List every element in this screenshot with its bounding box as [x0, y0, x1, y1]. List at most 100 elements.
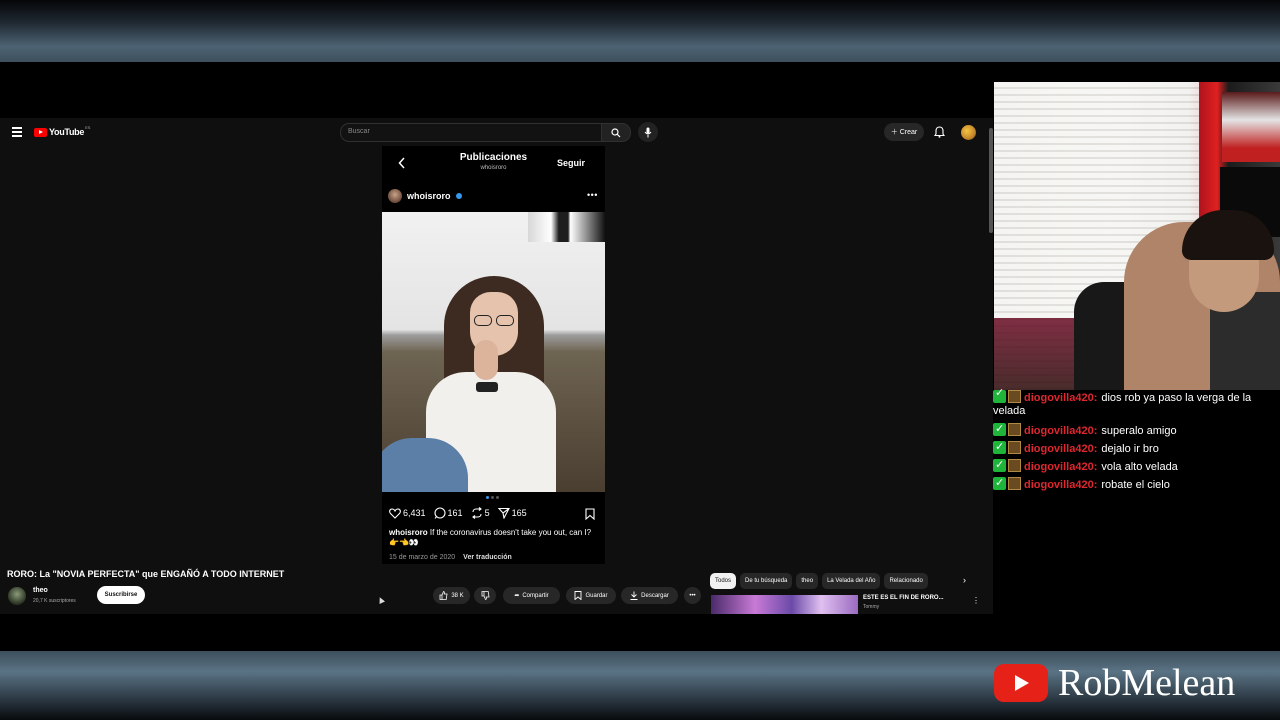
- repost-icon: [471, 507, 482, 519]
- download-button[interactable]: Descargar: [621, 587, 678, 604]
- post-actions: 6,431 161 5 165: [389, 506, 599, 520]
- plus-icon: ＋: [890, 129, 898, 136]
- chat-text: robate el cielo: [1101, 479, 1170, 491]
- comments-count: 161: [447, 508, 463, 518]
- create-label: Crear: [899, 128, 918, 136]
- instagram-header: Publicaciones whoisroro Seguir: [382, 146, 605, 186]
- thumbs-down-icon: [481, 591, 489, 600]
- dislike-button[interactable]: [474, 587, 496, 604]
- voice-search-button[interactable]: [638, 122, 658, 142]
- verified-badge-icon: [993, 387, 1006, 403]
- chat-username: diogovilla420:: [1024, 479, 1098, 491]
- account-avatar[interactable]: [961, 125, 976, 140]
- more-options-icon: •••: [587, 190, 598, 200]
- save-button[interactable]: Guardar: [566, 587, 616, 604]
- post-author: whoisroro: [388, 188, 462, 204]
- subscriber-badge-icon: [1008, 441, 1021, 454]
- chip-velada[interactable]: La Velada del Año: [822, 573, 881, 589]
- microphone-icon: [644, 127, 652, 137]
- channel-avatar[interactable]: [8, 587, 26, 605]
- recommended-video-channel[interactable]: Tommy: [863, 604, 879, 610]
- youtube-header: YouTube ES Buscar ＋ Crear: [0, 118, 993, 146]
- verified-badge-icon: [993, 474, 1006, 492]
- verified-badge-icon: [993, 438, 1006, 456]
- channel-subscribers: 20,7 K suscriptores: [33, 598, 76, 604]
- video-player[interactable]: Publicaciones whoisroro Seguir whoisroro…: [382, 146, 605, 564]
- more-actions-button[interactable]: •••: [684, 587, 701, 604]
- chat-username: diogovilla420:: [1024, 443, 1098, 455]
- like-count: 38 K: [451, 592, 464, 599]
- chat-message: diogovilla420:dios rob ya paso la verga …: [992, 387, 1278, 418]
- youtube-brand-icon: [994, 664, 1048, 702]
- share-button[interactable]: ➦ Compartir: [503, 587, 560, 604]
- youtube-window: YouTube ES Buscar ＋ Crear Publicaciones …: [0, 118, 993, 614]
- comment-icon: [433, 507, 446, 519]
- chat-username: diogovilla420:: [1024, 392, 1098, 404]
- translate-label: Ver traducción: [463, 554, 512, 561]
- subscriber-badge-icon: [1008, 459, 1021, 472]
- post-caption: whoisroro If the coronavirus doesn't tak…: [389, 528, 601, 548]
- chat-message: diogovilla420:vola alto velada: [992, 456, 1278, 476]
- webcam-feed: [994, 82, 1280, 390]
- country-code: ES: [85, 124, 91, 130]
- likes-count: 6,431: [403, 508, 426, 518]
- notifications-bell-icon[interactable]: [933, 125, 946, 143]
- verified-badge-icon: [993, 420, 1006, 438]
- youtube-play-icon: [34, 127, 47, 137]
- page-scrollbar[interactable]: [989, 128, 993, 233]
- chip-all[interactable]: Todos: [710, 573, 737, 589]
- follow-label: Seguir: [557, 158, 586, 168]
- subscribe-button[interactable]: Suscribirse: [97, 586, 145, 604]
- subscriber-badge-icon: [1008, 477, 1021, 490]
- post-author-avatar: [388, 189, 402, 203]
- post-author-name: whoisroro: [407, 191, 451, 201]
- top-background-band: [0, 0, 1280, 62]
- chips-next-icon[interactable]: ›: [963, 575, 966, 585]
- chat-username: diogovilla420:: [1024, 425, 1098, 437]
- verified-badge-icon: [993, 456, 1006, 474]
- search-button[interactable]: [601, 123, 631, 142]
- chat-text: superalo amigo: [1101, 425, 1177, 437]
- youtube-logo-text: YouTube: [49, 127, 85, 137]
- chat-message: diogovilla420:dejalo ir bro: [992, 438, 1278, 458]
- chip-from-search[interactable]: De tu búsqueda: [740, 573, 793, 589]
- search-input[interactable]: Buscar: [340, 123, 603, 142]
- chat-username: diogovilla420:: [1024, 461, 1098, 473]
- verified-badge-icon: [455, 193, 462, 199]
- more-horizontal-icon: •••: [689, 592, 696, 599]
- streamer-brand: RobMelean: [994, 661, 1235, 705]
- hamburger-menu-icon[interactable]: [12, 127, 22, 139]
- share-arrow-icon: ➦: [514, 593, 520, 599]
- recommended-video-thumbnail[interactable]: [711, 595, 858, 614]
- carousel-dots: [486, 496, 499, 499]
- youtube-logo[interactable]: YouTube ES: [34, 124, 91, 137]
- save-label: Guardar: [585, 592, 608, 599]
- stream-chat: diogovilla420:dios rob ya paso la verga …: [992, 387, 1278, 494]
- caption-username: whoisroro: [389, 528, 428, 537]
- recommended-video-title[interactable]: ESTE ES EL FIN DE RORO...: [863, 595, 944, 601]
- recommended-more-icon[interactable]: ⋮: [972, 596, 980, 605]
- recommendation-chips: Todos De tu búsqueda theo La Velada del …: [710, 573, 928, 589]
- chip-theo[interactable]: theo: [796, 573, 819, 589]
- share-icon: [497, 507, 510, 519]
- chat-text: dejalo ir bro: [1101, 443, 1159, 455]
- like-button[interactable]: 38 K: [433, 587, 470, 604]
- mouse-cursor: [377, 596, 385, 604]
- chip-related[interactable]: Relacionado: [884, 573, 928, 589]
- video-title: RORO: La "NOVIA PERFECTA" que ENGAÑÓ A T…: [7, 569, 285, 579]
- download-icon: [630, 591, 638, 600]
- chat-text: vola alto velada: [1101, 461, 1178, 473]
- channel-name[interactable]: theo: [33, 587, 48, 594]
- search-placeholder: Buscar: [348, 128, 370, 135]
- share-label: Compartir: [522, 592, 549, 599]
- shares-count: 165: [511, 508, 527, 518]
- streamer-name: RobMelean: [1058, 662, 1236, 704]
- subscriber-badge-icon: [1008, 390, 1021, 403]
- create-button[interactable]: ＋ Crear: [884, 123, 924, 141]
- thumbs-up-icon: [439, 591, 448, 600]
- post-photo: [382, 212, 605, 492]
- download-label: Descargar: [641, 592, 669, 599]
- chat-message: diogovilla420:robate el cielo: [992, 474, 1278, 494]
- bookmark-icon: [585, 507, 595, 525]
- search-icon: [611, 127, 621, 137]
